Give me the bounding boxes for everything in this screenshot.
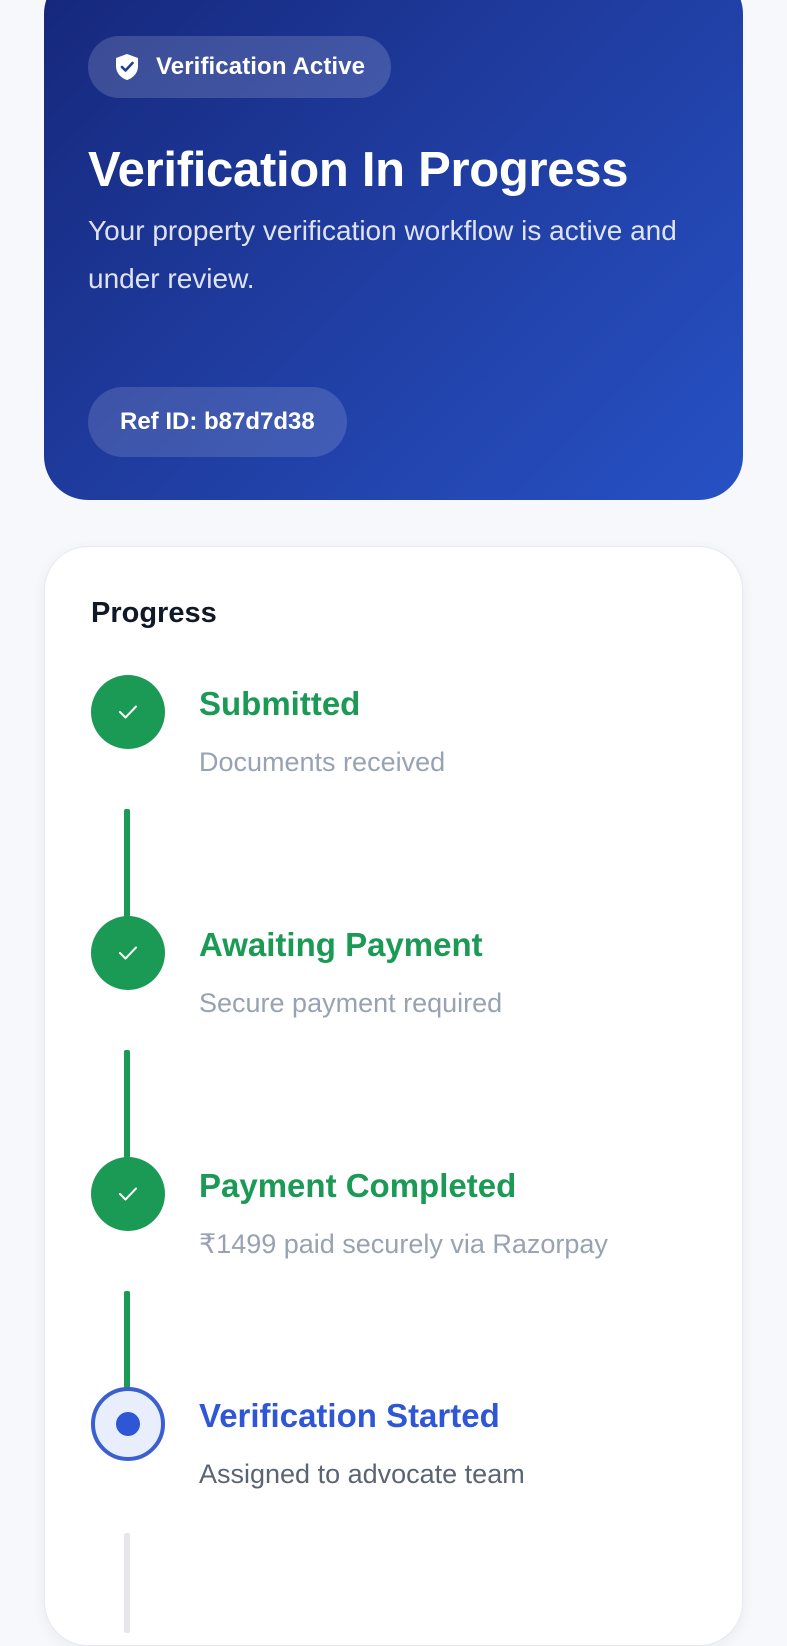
- page-title: Verification In Progress: [88, 143, 629, 197]
- step-connector: [124, 1050, 130, 1158]
- step-label: Submitted: [199, 685, 361, 722]
- step-label: Payment Completed: [199, 1167, 517, 1204]
- step-complete-indicator: [91, 916, 165, 990]
- step-description: Assigned to advocate team: [199, 1459, 525, 1489]
- step-active-indicator: [91, 1387, 165, 1461]
- check-icon: [119, 946, 137, 960]
- verification-hero-card: Verification Active Verification In Prog…: [44, 0, 743, 500]
- step-complete-indicator: [91, 1157, 165, 1231]
- step-label: Awaiting Payment: [199, 926, 483, 963]
- check-icon: [119, 705, 137, 719]
- step-description: Documents received: [199, 747, 446, 777]
- page-subtitle: Your property verification workflow is a…: [88, 215, 677, 294]
- step-description: ₹1499 paid securely via Razorpay: [199, 1229, 608, 1259]
- step-connector: [124, 1291, 130, 1399]
- check-icon: [119, 1187, 137, 1201]
- progress-card: Progress Submitted Documents received Aw…: [44, 546, 743, 1646]
- active-dot-icon: [116, 1412, 140, 1436]
- shield-check-icon: [116, 54, 138, 80]
- step-connector: [124, 1533, 130, 1633]
- step-connector: [124, 809, 130, 917]
- reference-id-badge: Ref ID: b87d7d38: [88, 387, 347, 457]
- status-pill-label: Verification Active: [156, 53, 366, 80]
- progress-title: Progress: [91, 597, 217, 629]
- step-label: Verification Started: [199, 1397, 500, 1434]
- step-description: Secure payment required: [199, 988, 503, 1018]
- step-complete-indicator: [91, 675, 165, 749]
- verification-status-pill: Verification Active: [88, 36, 392, 98]
